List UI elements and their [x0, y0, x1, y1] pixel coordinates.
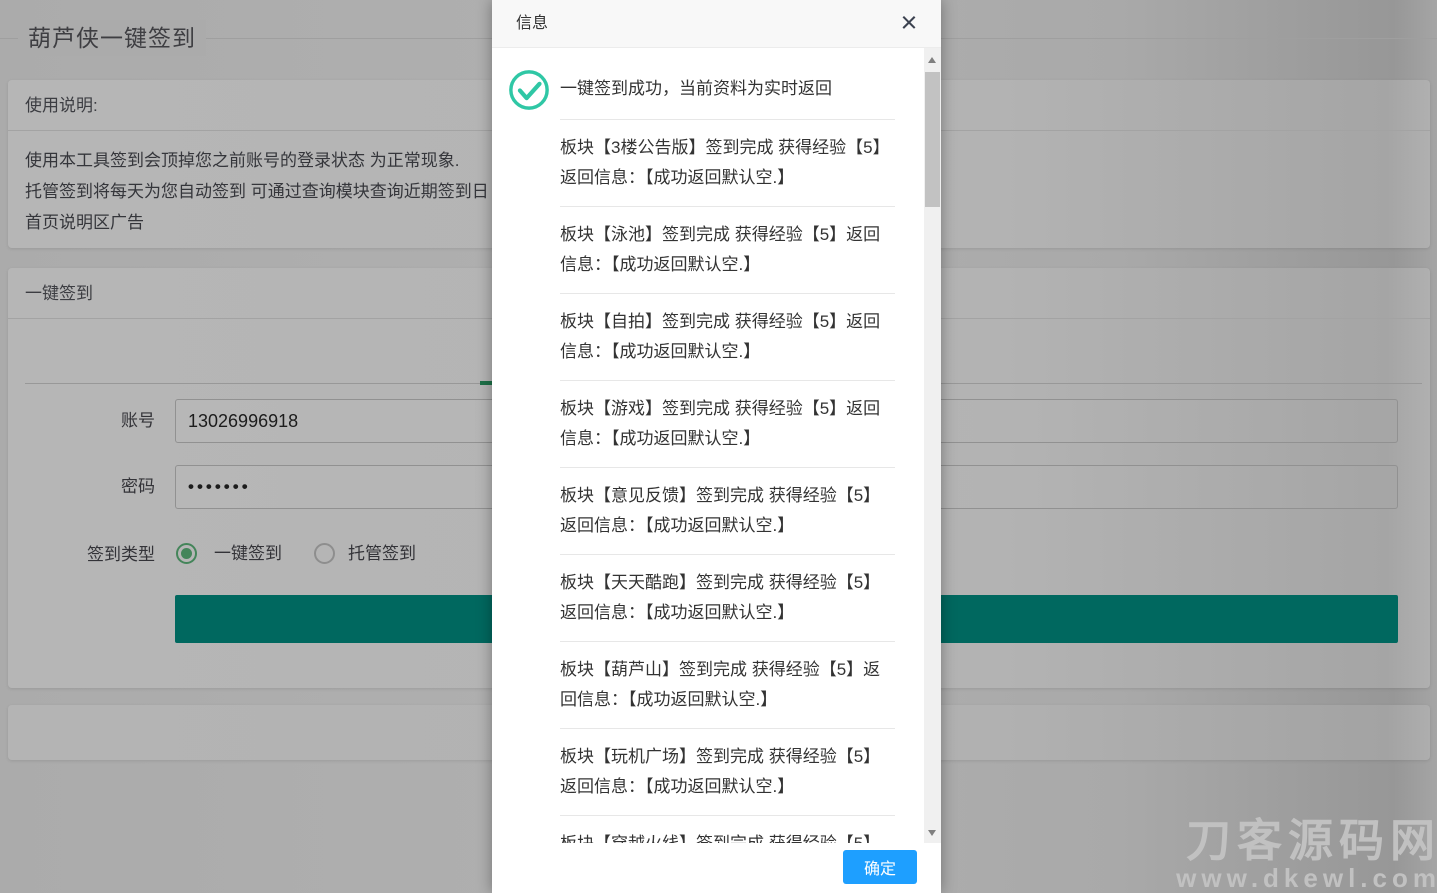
message-text: 板块【意见反馈】签到完成 获得经验【5】返回信息：【成功返回默认空.】 [560, 486, 880, 535]
radio-one-key-signin-label[interactable]: 一键签到 [214, 543, 282, 565]
message-text: 板块【3楼公告版】签到完成 获得经验【5】返回信息：【成功返回默认空.】 [560, 138, 890, 187]
modal-footer: 确定 [492, 843, 941, 893]
page: 葫芦侠一键签到 使用说明: 使用本工具签到会顶掉您之前账号的登录状态 为正常现象… [0, 0, 1437, 893]
password-label: 密码 [35, 475, 155, 499]
radio-hosted-signin-label[interactable]: 托管签到 [348, 543, 416, 565]
modal-title: 信息 [516, 0, 548, 48]
list-item: 板块【自拍】签到完成 获得经验【5】返回信息：【成功返回默认空.】 [560, 294, 895, 381]
modal-header: 信息 × [492, 0, 941, 48]
usage-line-1: 使用本工具签到会顶掉您之前账号的登录状态 为正常现象. [25, 145, 485, 176]
list-item: 板块【泳池】签到完成 获得经验【5】返回信息：【成功返回默认空.】 [560, 207, 895, 294]
signin-type-label: 签到类型 [35, 543, 155, 567]
message-text: 一键签到成功，当前资料为实时返回 [560, 79, 832, 98]
account-label: 账号 [35, 409, 155, 433]
message-text: 板块【葫芦山】签到完成 获得经验【5】返回信息：【成功返回默认空.】 [560, 660, 880, 709]
modal-message-list: 一键签到成功，当前资料为实时返回 板块【3楼公告版】签到完成 获得经验【5】返回… [492, 48, 924, 843]
watermark-title: 刀客源码网 [1176, 818, 1437, 863]
list-item: 板块【天天酷跑】签到完成 获得经验【5】返回信息：【成功返回默认空.】 [560, 555, 895, 642]
scroll-up-icon[interactable] [924, 51, 941, 68]
radio-one-key-signin[interactable] [176, 543, 197, 564]
usage-line-2: 托管签到将每天为您自动签到 可通过查询模块查询近期签到日 [25, 176, 485, 207]
message-text: 板块【玩机广场】签到完成 获得经验【5】返回信息：【成功返回默认空.】 [560, 747, 880, 796]
success-check-icon [508, 69, 550, 111]
scroll-down-icon[interactable] [924, 823, 941, 840]
list-item: 板块【意见反馈】签到完成 获得经验【5】返回信息：【成功返回默认空.】 [560, 468, 895, 555]
page-title: 葫芦侠一键签到 [18, 20, 206, 56]
radio-hosted-signin[interactable] [314, 543, 335, 564]
message-text: 板块【天天酷跑】签到完成 获得经验【5】返回信息：【成功返回默认空.】 [560, 573, 880, 622]
confirm-button[interactable]: 确定 [843, 850, 917, 884]
scrollbar-thumb[interactable] [925, 72, 940, 207]
list-item: 板块【玩机广场】签到完成 获得经验【5】返回信息：【成功返回默认空.】 [560, 729, 895, 816]
list-item: 板块【穿越火线】签到完成 获得经验【5】 [560, 816, 895, 843]
message-text: 板块【游戏】签到完成 获得经验【5】返回信息：【成功返回默认空.】 [560, 399, 880, 448]
message-text: 板块【穿越火线】签到完成 获得经验【5】 [560, 834, 880, 843]
usage-text: 使用本工具签到会顶掉您之前账号的登录状态 为正常现象. 托管签到将每天为您自动签… [25, 145, 485, 238]
modal-dialog: 信息 × 一键签到成功，当前资料为实时返回 板块【3楼公告版】签到完成 获得经验… [492, 0, 941, 893]
watermark-url: www.dkewl.com [1176, 865, 1437, 891]
scrollbar-track[interactable] [924, 48, 941, 843]
list-item: 板块【3楼公告版】签到完成 获得经验【5】返回信息：【成功返回默认空.】 [560, 120, 895, 207]
list-item: 板块【葫芦山】签到完成 获得经验【5】返回信息：【成功返回默认空.】 [560, 642, 895, 729]
close-icon[interactable]: × [894, 6, 924, 40]
list-item: 板块【游戏】签到完成 获得经验【5】返回信息：【成功返回默认空.】 [560, 381, 895, 468]
usage-line-3: 首页说明区广告 [25, 207, 485, 238]
watermark: 刀客源码网 www.dkewl.com [1176, 818, 1437, 891]
message-text: 板块【泳池】签到完成 获得经验【5】返回信息：【成功返回默认空.】 [560, 225, 880, 274]
list-item: 一键签到成功，当前资料为实时返回 [560, 48, 895, 120]
message-text: 板块【自拍】签到完成 获得经验【5】返回信息：【成功返回默认空.】 [560, 312, 880, 361]
